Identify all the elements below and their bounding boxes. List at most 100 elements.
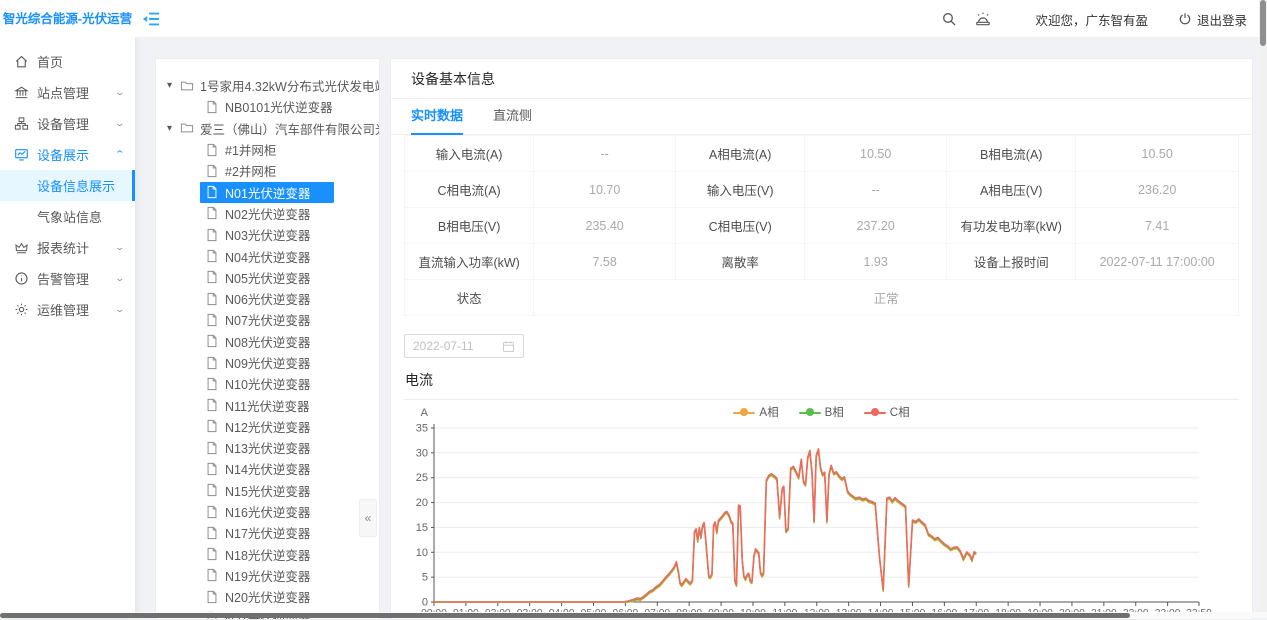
legend-item-1[interactable]: B相 — [799, 404, 844, 420]
tree-node[interactable]: N15光伏逆变器 — [156, 480, 379, 501]
app-logo: 智光综合能源-光伏运营 — [0, 0, 135, 38]
sidebar-item-7[interactable]: 告警管理⌄ — [0, 263, 135, 294]
sidebar-item-0[interactable]: 首页 — [0, 46, 135, 77]
tree-node-box: N07光伏逆变器 — [200, 309, 334, 330]
tree-node-box: N09光伏逆变器 — [200, 352, 334, 373]
date-picker[interactable]: 2022-07-11 — [404, 334, 524, 358]
horizontal-scrollbar — [0, 612, 1267, 618]
legend-marker-icon — [733, 407, 755, 417]
tree-node[interactable]: N16光伏逆变器 — [156, 501, 379, 522]
sidebar-item-6[interactable]: 报表统计⌄ — [0, 232, 135, 263]
file-icon — [205, 398, 219, 412]
series-line-C相 — [434, 449, 976, 602]
menu-item-label: 设备信息展示 — [37, 176, 115, 195]
welcome-text: 欢迎您，广东智有盈 — [1035, 10, 1148, 29]
tree-node-label: 1号家用4.32kW分布式光伏发电站 — [200, 76, 380, 95]
tree-node[interactable]: N10光伏逆变器 — [156, 373, 379, 394]
tab-0[interactable]: 实时数据 — [411, 99, 463, 135]
tree-node[interactable]: #2并网柜 — [156, 160, 379, 181]
tree-node-label: N03光伏逆变器 — [225, 225, 310, 244]
tree-node[interactable]: N02光伏逆变器 — [156, 203, 379, 224]
logout-button[interactable]: 退出登录 — [1178, 10, 1247, 29]
file-icon — [205, 164, 219, 178]
tree-node-label: 爱三（佛山）汽车部件有限公司光伏发 — [200, 119, 380, 138]
chart-title: 电流 — [404, 370, 1239, 400]
chevron-up-icon: ⌃ — [115, 149, 126, 160]
legend-label: A相 — [759, 404, 778, 420]
tree-node-label: N14光伏逆变器 — [225, 459, 310, 478]
alarm-icon[interactable] — [975, 11, 991, 27]
legend-marker-icon — [799, 407, 821, 417]
tree-node[interactable]: N06光伏逆变器 — [156, 288, 379, 309]
tree-node[interactable]: N19光伏逆变器 — [156, 565, 379, 586]
tree-node[interactable]: N11光伏逆变器 — [156, 394, 379, 415]
file-icon — [205, 100, 219, 114]
file-icon — [205, 377, 219, 391]
cell-value: 2022-07-11 17:00:00 — [1076, 244, 1239, 280]
search-icon[interactable] — [941, 11, 957, 27]
tree-node-label: NB0101光伏逆变器 — [225, 97, 333, 116]
legend-item-2[interactable]: C相 — [864, 404, 910, 420]
sidebar-subitem-4[interactable]: 设备信息展示 — [0, 170, 135, 201]
tree-node-label: N17光伏逆变器 — [225, 523, 310, 542]
legend-item-0[interactable]: A相 — [733, 404, 778, 420]
logout-label: 退出登录 — [1197, 10, 1247, 29]
file-icon — [205, 334, 219, 348]
tree-node[interactable]: #1并网柜 — [156, 139, 379, 160]
tree-folder[interactable]: ▾爱三（佛山）汽车部件有限公司光伏发 — [156, 118, 379, 139]
vertical-scrollbar-thumb[interactable] — [1260, 0, 1266, 46]
horizontal-scrollbar-thumb[interactable] — [0, 613, 1130, 618]
tree-node[interactable]: N01光伏逆变器 — [156, 181, 379, 202]
menu-item-label: 设备展示 — [37, 145, 89, 164]
menu-item-label: 运维管理 — [37, 300, 89, 319]
tree-folder[interactable]: ▾1号家用4.32kW分布式光伏发电站 — [156, 75, 379, 96]
y-axis-tick-label: 35 — [416, 423, 428, 435]
cell-value: -- — [534, 136, 676, 172]
tree-node[interactable]: N20光伏逆变器 — [156, 586, 379, 607]
tree-node-box: N04光伏逆变器 — [200, 246, 334, 267]
file-icon — [205, 313, 219, 327]
sidebar-item-8[interactable]: 运维管理⌄ — [0, 294, 135, 325]
tree-node-box: N18光伏逆变器 — [200, 544, 334, 565]
chart-svg: 05101520253035A00:0001:0002:0003:0004:00… — [404, 404, 1241, 620]
menu-fold-icon[interactable] — [142, 10, 160, 28]
cell-value: 237.20 — [805, 208, 947, 244]
sidebar-item-1[interactable]: 站点管理⌄ — [0, 77, 135, 108]
tree-node[interactable]: N12光伏逆变器 — [156, 416, 379, 437]
tree-node-box: N06光伏逆变器 — [200, 288, 334, 309]
tree-node[interactable]: N17光伏逆变器 — [156, 522, 379, 543]
cell-label: C相电流(A) — [405, 172, 534, 208]
tree-node[interactable]: N03光伏逆变器 — [156, 224, 379, 245]
table-row-status: 状态正常 — [405, 280, 1239, 316]
cell-label: C相电压(V) — [676, 208, 805, 244]
sidebar-item-2[interactable]: 设备管理⌄ — [0, 108, 135, 139]
sidebar-item-3[interactable]: 设备展示 ⌃ — [0, 139, 135, 170]
tree-node[interactable]: N14光伏逆变器 — [156, 458, 379, 479]
tree-node[interactable]: N13光伏逆变器 — [156, 437, 379, 458]
tab-1[interactable]: 直流侧 — [493, 99, 532, 135]
file-icon — [205, 568, 219, 582]
y-axis-tick-label: 25 — [416, 472, 428, 484]
y-axis-tick-label: 10 — [416, 547, 428, 559]
tree-node-box: #1并网柜 — [200, 139, 300, 160]
tree-node[interactable]: N18光伏逆变器 — [156, 544, 379, 565]
cell-label: 输入电压(V) — [676, 172, 805, 208]
tree-node[interactable]: N04光伏逆变器 — [156, 245, 379, 266]
cell-label: A相电压(V) — [947, 172, 1076, 208]
file-icon — [205, 292, 219, 306]
file-icon — [205, 505, 219, 519]
tree-node[interactable]: N09光伏逆变器 — [156, 352, 379, 373]
tree-node[interactable]: NB0101光伏逆变器 — [156, 96, 379, 117]
device-info-panel: 设备基本信息 实时数据直流侧 输入电流(A)--A相电流(A)10.50B相电流… — [390, 58, 1253, 620]
tree-node[interactable]: N05光伏逆变器 — [156, 267, 379, 288]
tree-node-label: N02光伏逆变器 — [225, 204, 310, 223]
folder-icon — [180, 79, 194, 93]
top-header: 智光综合能源-光伏运营 欢迎您，广东智有盈 退出登录 — [0, 0, 1267, 38]
tree-node[interactable]: N07光伏逆变器 — [156, 309, 379, 330]
tree-node[interactable]: N08光伏逆变器 — [156, 331, 379, 352]
sidebar-subitem-5[interactable]: 气象站信息 — [0, 201, 135, 232]
tabs-bar: 实时数据直流侧 — [391, 99, 1252, 135]
cell-label: 直流输入功率(kW) — [405, 244, 534, 280]
chevron-down-icon: ⌄ — [115, 273, 126, 284]
tree-collapse-handle[interactable]: « — [359, 499, 377, 537]
